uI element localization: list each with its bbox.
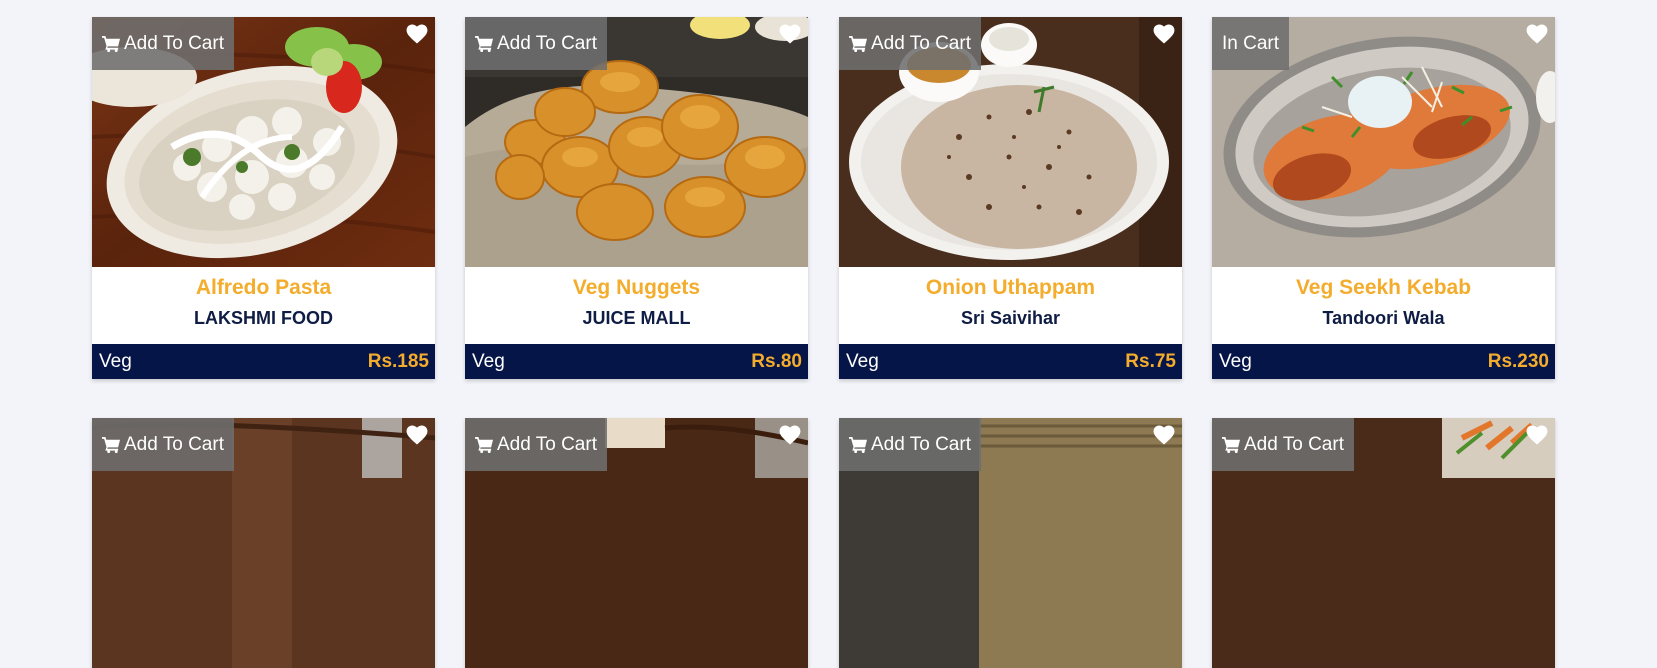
product-card[interactable]: In Cart Veg Seekh Kebab Tandoori Wala Ve…	[1212, 17, 1555, 379]
product-footer: Veg Rs.80	[465, 344, 808, 379]
product-image[interactable]: Add To Cart	[839, 17, 1182, 267]
product-card[interactable]: Add To Cart	[1212, 418, 1555, 668]
shopping-cart-icon	[102, 35, 120, 52]
shop-name: Tandoori Wala	[1322, 308, 1445, 328]
cart-button-label: Add To Cart	[871, 433, 971, 455]
product-card[interactable]: Add To Cart	[839, 418, 1182, 668]
product-name[interactable]: Veg Seekh Kebab	[1212, 267, 1555, 301]
product-image[interactable]: In Cart	[1212, 17, 1555, 267]
add-to-cart-button[interactable]: Add To Cart	[465, 17, 607, 70]
favorite-button[interactable]	[406, 24, 428, 44]
product-image[interactable]: Add To Cart	[839, 418, 1182, 668]
heart-icon	[406, 24, 428, 44]
shopping-cart-icon	[475, 436, 493, 453]
product-image[interactable]: Add To Cart	[465, 17, 808, 267]
product-image[interactable]: Add To Cart	[465, 418, 808, 668]
heart-icon	[1153, 425, 1175, 445]
cart-button-label: Add To Cart	[1244, 433, 1344, 455]
price-label: Rs.80	[751, 350, 802, 372]
product-card[interactable]: Add To Cart	[92, 418, 435, 668]
favorite-button[interactable]	[1153, 425, 1175, 445]
heart-icon	[779, 24, 801, 44]
favorite-button[interactable]	[406, 425, 428, 445]
product-card[interactable]: Add To Cart Onion Uthappam Sri Saivihar …	[839, 17, 1182, 379]
price-label: Rs.75	[1125, 350, 1176, 372]
cart-button-label: In Cart	[1222, 32, 1280, 54]
product-card[interactable]: Add To Cart	[465, 418, 808, 668]
shopping-cart-icon	[475, 35, 493, 52]
veg-label: Veg	[99, 350, 132, 372]
heart-icon	[779, 425, 801, 445]
favorite-button[interactable]	[779, 24, 801, 44]
product-name[interactable]: Onion Uthappam	[839, 267, 1182, 301]
favorite-button[interactable]	[1526, 425, 1548, 445]
cart-button-label: Add To Cart	[124, 433, 224, 455]
cart-button-label: Add To Cart	[497, 32, 597, 54]
add-to-cart-button[interactable]: Add To Cart	[839, 418, 981, 471]
shopping-cart-icon	[849, 35, 867, 52]
favorite-button[interactable]	[1526, 24, 1548, 44]
product-name[interactable]: Veg Nuggets	[465, 267, 808, 301]
veg-label: Veg	[846, 350, 879, 372]
cart-button-label: Add To Cart	[124, 32, 224, 54]
heart-icon	[1526, 425, 1548, 445]
shopping-cart-icon	[849, 436, 867, 453]
shop-name: Sri Saivihar	[960, 308, 1061, 328]
product-footer: Veg Rs.75	[839, 344, 1182, 379]
add-to-cart-button[interactable]: Add To Cart	[465, 418, 607, 471]
veg-label: Veg	[472, 350, 505, 372]
product-card[interactable]: Add To Cart Alfredo Pasta LAKSHMI FOOD V…	[92, 17, 435, 379]
cart-button-label: Add To Cart	[497, 433, 597, 455]
cart-button-label: Add To Cart	[871, 32, 971, 54]
heart-icon	[1526, 24, 1548, 44]
price-label: Rs.185	[367, 350, 429, 372]
product-footer: Veg Rs.230	[1212, 344, 1555, 379]
product-name[interactable]: Alfredo Pasta	[92, 267, 435, 301]
product-image[interactable]: Add To Cart	[92, 418, 435, 668]
add-to-cart-button[interactable]: Add To Cart	[92, 418, 234, 471]
in-cart-button[interactable]: In Cart	[1212, 17, 1290, 70]
favorite-button[interactable]	[779, 425, 801, 445]
product-card[interactable]: Add To Cart Veg Nuggets JUICE MALL Veg R…	[465, 17, 808, 379]
shopping-cart-icon	[102, 436, 120, 453]
heart-icon	[1153, 24, 1175, 44]
product-footer: Veg Rs.185	[92, 344, 435, 379]
shop-name: LAKSHMI FOOD	[194, 308, 333, 328]
heart-icon	[406, 425, 428, 445]
shopping-cart-icon	[1222, 436, 1240, 453]
shop-name: JUICE MALL	[582, 308, 691, 328]
product-image[interactable]: Add To Cart	[92, 17, 435, 267]
add-to-cart-button[interactable]: Add To Cart	[839, 17, 981, 70]
add-to-cart-button[interactable]: Add To Cart	[92, 17, 234, 70]
add-to-cart-button[interactable]: Add To Cart	[1212, 418, 1354, 471]
product-image[interactable]: Add To Cart	[1212, 418, 1555, 668]
veg-label: Veg	[1219, 350, 1252, 372]
price-label: Rs.230	[1487, 350, 1549, 372]
favorite-button[interactable]	[1153, 24, 1175, 44]
